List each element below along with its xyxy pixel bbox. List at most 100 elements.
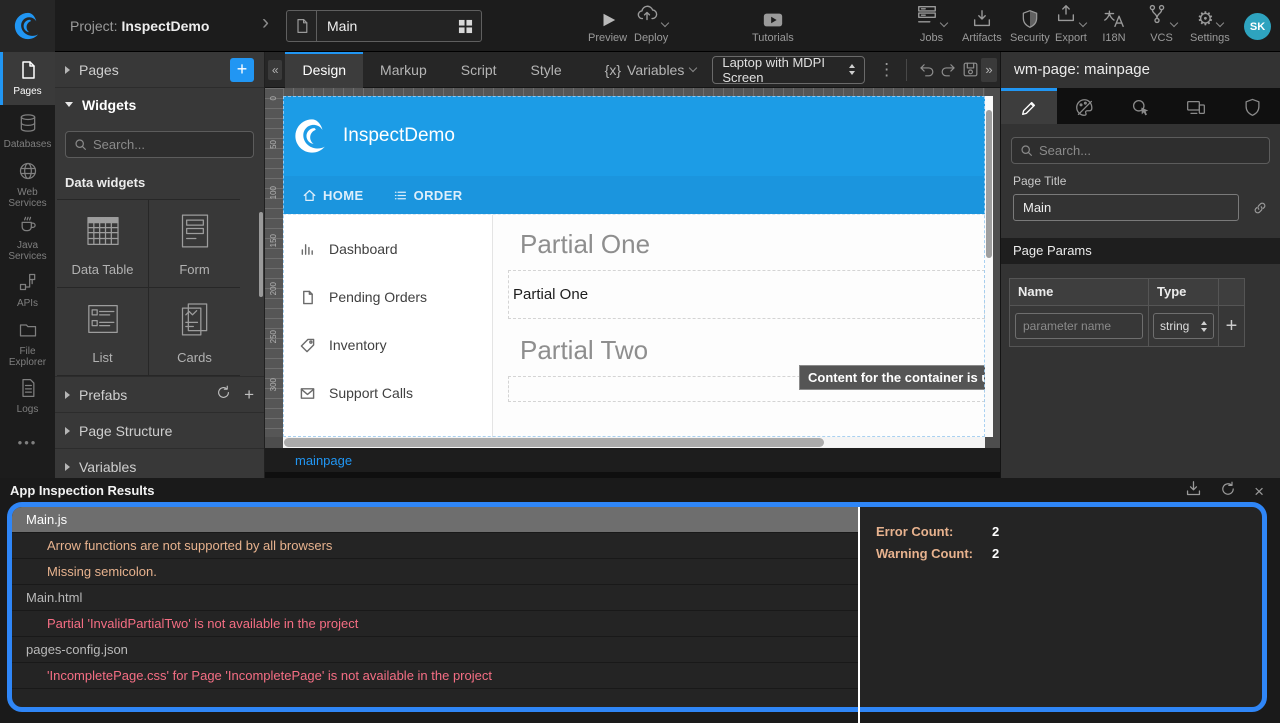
cards-icon: [175, 299, 215, 342]
partial-one-container[interactable]: Partial One: [508, 270, 985, 319]
tag-icon: [300, 338, 315, 353]
tab-properties-style[interactable]: [1057, 88, 1113, 124]
sidebar-item-file-explorer[interactable]: File Explorer: [0, 317, 55, 370]
more-options-kebab-icon[interactable]: ⋮: [878, 60, 895, 80]
sidebar-item-apis[interactable]: APIs: [0, 264, 55, 317]
export-icon: [1055, 3, 1077, 30]
tab-script[interactable]: Script: [444, 52, 514, 88]
sidebar-more-button[interactable]: •••: [0, 423, 55, 463]
save-button[interactable]: [959, 57, 981, 83]
page-structure-section-header[interactable]: Page Structure: [55, 412, 264, 448]
logs-icon: [18, 378, 38, 401]
menu-item-pending-orders[interactable]: Pending Orders: [283, 273, 492, 321]
page-params-table: Name Type string +: [1009, 278, 1245, 347]
artifacts-button[interactable]: Artifacts: [962, 8, 1002, 44]
widget-list[interactable]: List: [57, 288, 148, 375]
properties-search[interactable]: [1011, 137, 1270, 164]
grid-view-icon[interactable]: [458, 19, 473, 34]
param-type-select[interactable]: string: [1153, 313, 1214, 339]
widget-form[interactable]: Form: [149, 200, 240, 287]
sidebar-item-databases[interactable]: Databases: [0, 105, 55, 158]
list-icon: [394, 189, 407, 202]
vcs-button[interactable]: VCS: [1146, 8, 1177, 44]
sidebar-item-java-services[interactable]: Java Services: [0, 211, 55, 264]
bind-link-icon[interactable]: [1252, 200, 1268, 216]
page-title-input[interactable]: [1013, 194, 1239, 221]
menu-item-dashboard[interactable]: Dashboard: [283, 225, 492, 273]
close-panel-icon[interactable]: ×: [1254, 483, 1264, 500]
nav-item-order[interactable]: ORDER: [394, 188, 463, 203]
prefabs-section-header[interactable]: Prefabs +: [55, 376, 264, 412]
wave-logo-icon: [13, 11, 43, 41]
security-button[interactable]: Security: [1010, 8, 1050, 44]
user-avatar[interactable]: SK: [1244, 13, 1271, 40]
tab-properties-security[interactable]: [1224, 88, 1280, 124]
coffee-cup-icon: [18, 214, 38, 237]
widget-grid: Data Table Form List Cards: [57, 199, 240, 376]
undo-button[interactable]: [916, 57, 938, 83]
inspection-error-row[interactable]: 'IncompletePage.css' for Page 'Incomplet…: [12, 663, 858, 689]
widget-cards[interactable]: Cards: [149, 288, 240, 375]
tab-properties-devices[interactable]: [1168, 88, 1224, 124]
variables-dropdown[interactable]: {x} Variables: [605, 62, 697, 78]
sidebar-item-web-services[interactable]: Web Services: [0, 158, 55, 211]
menu-item-support-calls[interactable]: Support Calls: [283, 369, 492, 417]
scrollbar-thumb[interactable]: [986, 110, 992, 258]
tutorials-button[interactable]: Tutorials: [752, 8, 794, 44]
inspection-warning-row[interactable]: Arrow functions are not supported by all…: [12, 533, 858, 559]
download-report-icon[interactable]: [1185, 480, 1202, 502]
deploy-button[interactable]: Deploy: [634, 8, 668, 44]
canvas-page[interactable]: InspectDemo HOME ORDER Dashboard: [283, 96, 985, 437]
add-prefab-button[interactable]: +: [244, 385, 254, 405]
home-icon: [303, 189, 316, 202]
refresh-inspection-icon[interactable]: [1220, 481, 1236, 502]
refresh-prefabs-icon[interactable]: [216, 385, 231, 405]
export-button[interactable]: Export: [1055, 8, 1087, 44]
horizontal-ruler: [283, 88, 985, 96]
editor-tabbar: « Design Markup Script Style {x} Variabl…: [265, 52, 1000, 88]
inspection-file-row[interactable]: Main.js: [12, 507, 858, 533]
tab-properties-edit[interactable]: [1001, 88, 1057, 124]
wavemaker-logo[interactable]: [0, 0, 55, 52]
inspection-error-row[interactable]: Partial 'InvalidPartialTwo' is not avail…: [12, 611, 858, 637]
left-panel-scrollbar[interactable]: [259, 212, 263, 297]
add-param-button[interactable]: +: [1219, 315, 1244, 338]
tab-properties-inspect[interactable]: [1113, 88, 1169, 124]
param-name-input[interactable]: [1015, 313, 1143, 339]
tab-style[interactable]: Style: [514, 52, 579, 88]
inspection-file-row[interactable]: Main.html: [12, 585, 858, 611]
nav-item-home[interactable]: HOME: [303, 188, 364, 203]
inspection-file-row[interactable]: pages-config.json: [12, 637, 858, 663]
expand-right-panel-button[interactable]: »: [981, 58, 997, 82]
i18n-button[interactable]: I18N: [1102, 8, 1126, 44]
tab-design[interactable]: Design: [285, 52, 363, 88]
collapse-left-panel-button[interactable]: «: [268, 60, 282, 80]
shield-icon: [1244, 98, 1261, 117]
widget-data-table[interactable]: Data Table: [57, 200, 148, 287]
scrollbar-thumb[interactable]: [284, 438, 824, 447]
properties-search-input[interactable]: [1039, 143, 1239, 158]
canvas-horizontal-scrollbar[interactable]: [283, 437, 985, 448]
menu-item-inventory[interactable]: Inventory: [283, 321, 492, 369]
settings-caret-icon: [1216, 19, 1224, 27]
tab-markup[interactable]: Markup: [363, 52, 444, 88]
toolbar-divider: [906, 59, 907, 81]
preview-button[interactable]: Preview: [588, 8, 627, 44]
add-page-button[interactable]: +: [230, 58, 254, 82]
widget-search[interactable]: [65, 131, 254, 158]
inspect-cursor-icon: [1131, 98, 1150, 117]
sidebar-item-pages[interactable]: Pages: [0, 52, 55, 105]
device-selector[interactable]: Laptop with MDPI Screen: [712, 56, 865, 84]
widget-search-input[interactable]: [93, 137, 223, 152]
sidebar-item-logs[interactable]: Logs: [0, 370, 55, 423]
redo-button[interactable]: [938, 57, 960, 83]
widgets-section-header[interactable]: Widgets: [55, 88, 264, 121]
canvas-vertical-scrollbar[interactable]: [985, 96, 993, 437]
page-selector[interactable]: Main: [286, 10, 482, 42]
settings-button[interactable]: ⚙ Settings: [1190, 8, 1230, 44]
app-preview-header[interactable]: InspectDemo: [283, 96, 985, 176]
status-page-link[interactable]: mainpage: [295, 453, 352, 468]
inspection-warning-row[interactable]: Missing semicolon.: [12, 559, 858, 585]
jobs-button[interactable]: Jobs: [916, 8, 947, 44]
pages-section-header[interactable]: Pages +: [55, 52, 264, 88]
